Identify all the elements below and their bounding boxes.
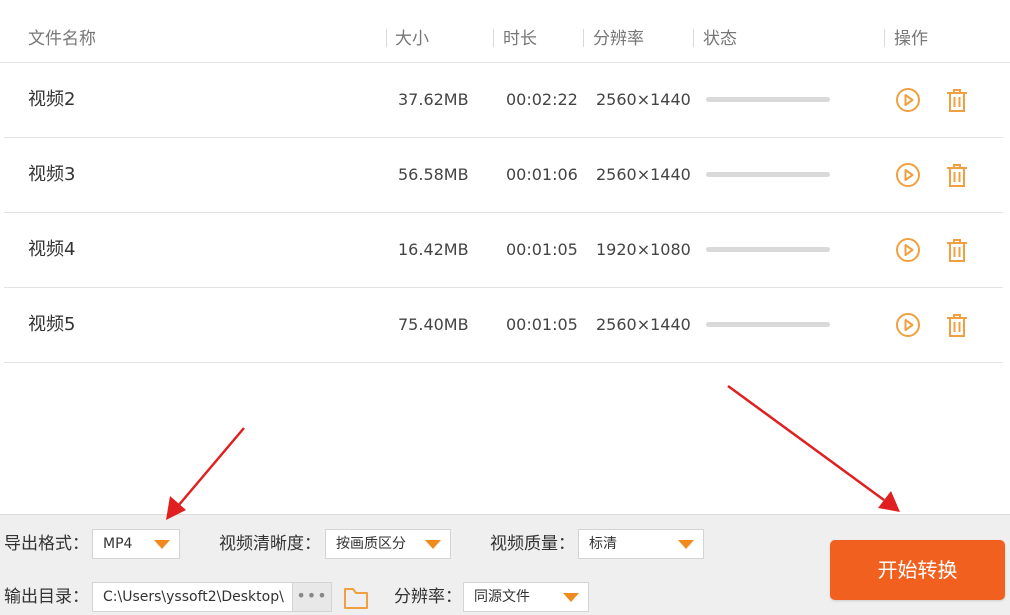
dropdown-arrow-icon [563, 593, 579, 602]
clarity-value: 按画质区分 [336, 536, 406, 552]
file-list-header: 文件名称 大小 时长 分辨率 状态 操作 [0, 0, 1010, 63]
start-convert-button[interactable]: 开始转换 [830, 540, 1005, 600]
progress-bar [706, 97, 830, 102]
file-size: 75.40MB [398, 315, 469, 334]
export-format-select[interactable]: MP4 [92, 529, 180, 559]
progress-bar [706, 172, 830, 177]
file-name: 视频5 [28, 314, 76, 335]
export-format-label: 导出格式： [4, 534, 89, 554]
table-row[interactable]: 视频4 16.42MB 00:01:05 1920×1080 [4, 213, 1003, 288]
col-divider [386, 29, 387, 47]
output-dir-value: C:\Users\yssoft2\Desktop\ [103, 589, 284, 605]
file-duration: 00:01:05 [506, 240, 578, 259]
col-resolution-header: 分辨率 [593, 29, 644, 49]
file-resolution: 2560×1440 [596, 90, 691, 109]
col-size-header: 大小 [395, 29, 429, 49]
quality-value: 标清 [589, 536, 617, 552]
play-icon[interactable] [895, 237, 921, 263]
col-status-header: 状态 [703, 29, 737, 49]
col-divider [583, 29, 584, 47]
file-name: 视频4 [28, 239, 76, 260]
col-actions-header: 操作 [894, 29, 928, 49]
table-row[interactable]: 视频5 75.40MB 00:01:05 2560×1440 [4, 288, 1003, 363]
file-duration: 00:02:22 [506, 90, 578, 109]
output-dir-label: 输出目录： [4, 587, 89, 607]
dropdown-arrow-icon [425, 540, 441, 549]
file-size: 56.58MB [398, 165, 469, 184]
resolution-select[interactable]: 同源文件 [463, 582, 589, 612]
col-duration-header: 时长 [503, 29, 537, 49]
trash-icon[interactable] [944, 312, 970, 338]
file-resolution: 2560×1440 [596, 165, 691, 184]
play-icon[interactable] [895, 162, 921, 188]
dropdown-arrow-icon [154, 540, 170, 549]
dropdown-arrow-icon [678, 540, 694, 549]
settings-panel: 导出格式： MP4 视频清晰度： 按画质区分 视频质量： 标清 输出目录： C:… [0, 514, 1010, 615]
resolution-value: 同源文件 [474, 589, 530, 605]
browse-button[interactable]: ••• [292, 582, 332, 612]
table-row[interactable]: 视频3 56.58MB 00:01:06 2560×1440 [4, 138, 1003, 213]
annotation-arrowhead [878, 491, 900, 512]
file-name: 视频3 [28, 164, 76, 185]
file-size: 16.42MB [398, 240, 469, 259]
file-duration: 00:01:06 [506, 165, 578, 184]
play-icon[interactable] [895, 87, 921, 113]
trash-icon[interactable] [944, 87, 970, 113]
col-divider [884, 29, 885, 47]
annotation-arrow [727, 384, 885, 502]
file-size: 37.62MB [398, 90, 469, 109]
trash-icon[interactable] [944, 237, 970, 263]
annotation-arrow [177, 427, 245, 507]
play-icon[interactable] [895, 312, 921, 338]
col-divider [693, 29, 694, 47]
quality-select[interactable]: 标清 [578, 529, 704, 559]
file-resolution: 2560×1440 [596, 315, 691, 334]
file-resolution: 1920×1080 [596, 240, 691, 259]
progress-bar [706, 247, 830, 252]
trash-icon[interactable] [944, 162, 970, 188]
file-duration: 00:01:05 [506, 315, 578, 334]
progress-bar [706, 322, 830, 327]
quality-label: 视频质量： [490, 534, 575, 554]
clarity-select[interactable]: 按画质区分 [325, 529, 451, 559]
file-name: 视频2 [28, 89, 76, 110]
resolution-label: 分辨率： [394, 587, 462, 607]
clarity-label: 视频清晰度： [219, 534, 321, 554]
table-row[interactable]: 视频2 37.62MB 00:02:22 2560×1440 [4, 63, 1003, 138]
export-format-value: MP4 [103, 536, 133, 552]
col-divider [493, 29, 494, 47]
folder-icon[interactable] [342, 585, 370, 611]
col-name-header: 文件名称 [28, 29, 96, 49]
